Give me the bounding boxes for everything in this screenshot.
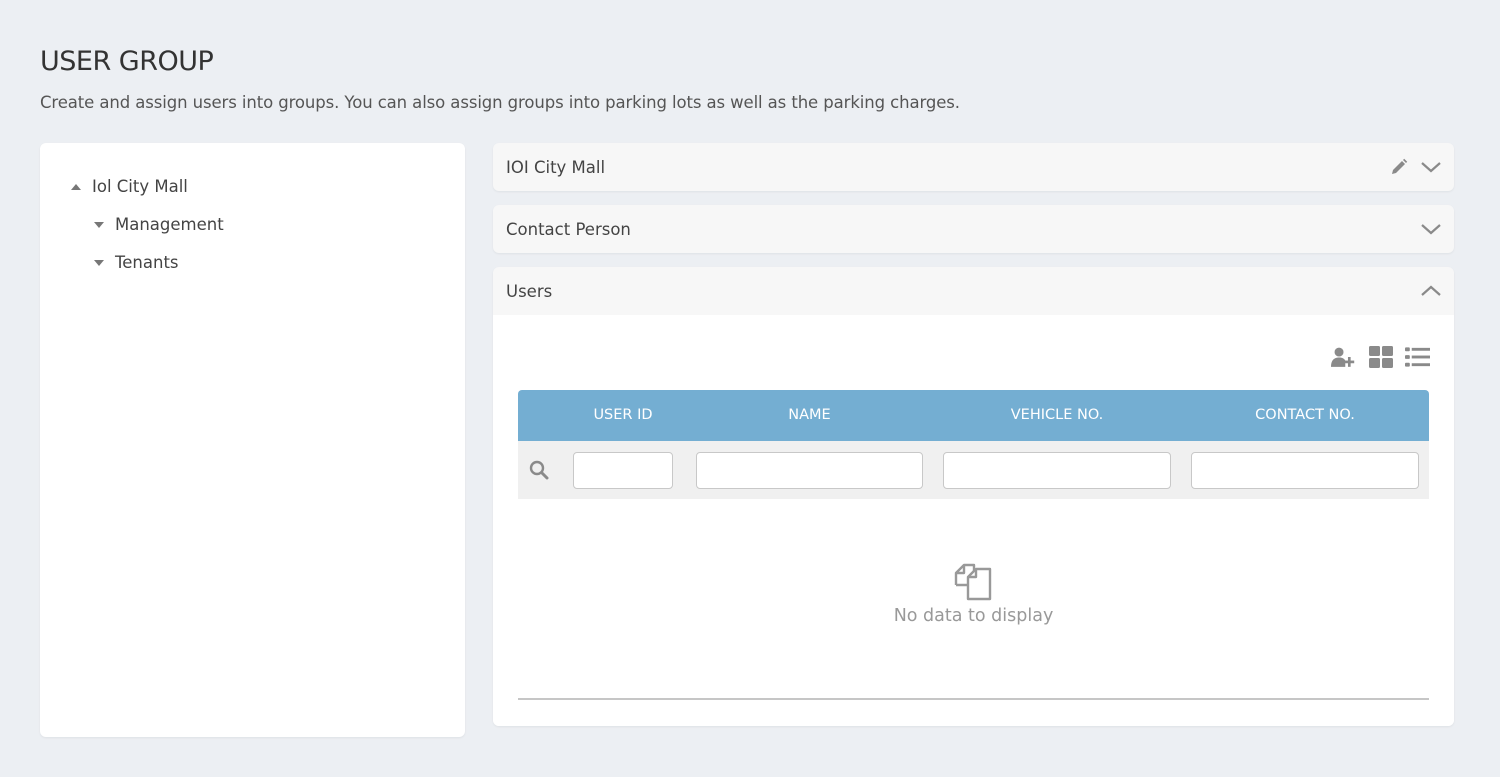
list-view-icon[interactable] <box>1405 345 1430 369</box>
filter-row <box>518 441 1429 499</box>
contact-panel: Contact Person <box>493 205 1454 253</box>
tree-node-label: Management <box>115 215 224 234</box>
group-panel-title: IOI City Mall <box>506 157 606 177</box>
chevron-down-icon[interactable] <box>1420 222 1442 236</box>
column-header-user-id[interactable]: USER ID <box>573 390 673 441</box>
page-subtitle: Create and assign users into groups. You… <box>40 93 960 112</box>
tree-node-label: Tenants <box>115 253 179 272</box>
grid-view-icon[interactable] <box>1368 345 1393 369</box>
column-header-contact-no[interactable]: CONTACT NO. <box>1191 390 1419 441</box>
users-panel: Users USER ID NAME VEHICLE NO. CONTACT N… <box>493 267 1454 726</box>
caret-down-icon[interactable] <box>94 221 104 228</box>
users-toolbar <box>1331 345 1430 369</box>
contact-no-filter-input[interactable] <box>1191 452 1419 489</box>
tree-node-label: Iol City Mall <box>92 177 188 196</box>
grid-header: USER ID NAME VEHICLE NO. CONTACT NO. <box>518 390 1429 441</box>
users-panel-header[interactable]: Users <box>493 267 1454 315</box>
column-header-vehicle-no[interactable]: VEHICLE NO. <box>943 390 1171 441</box>
contact-panel-title: Contact Person <box>506 219 631 239</box>
users-panel-title: Users <box>506 281 553 301</box>
chevron-up-icon[interactable] <box>1420 284 1442 298</box>
chevron-down-icon[interactable] <box>1420 160 1442 174</box>
user-id-filter-input[interactable] <box>573 452 673 489</box>
name-filter-input[interactable] <box>696 452 923 489</box>
documents-icon <box>954 563 994 605</box>
pencil-icon[interactable] <box>1390 158 1408 176</box>
group-panel: IOI City Mall <box>493 143 1454 191</box>
group-panel-header[interactable]: IOI City Mall <box>493 143 1454 191</box>
contact-panel-header[interactable]: Contact Person <box>493 205 1454 253</box>
tree-node-root[interactable]: Iol City Mall <box>71 177 188 196</box>
empty-state-text: No data to display <box>893 606 1054 626</box>
users-grid: USER ID NAME VEHICLE NO. CONTACT NO. No … <box>518 390 1429 700</box>
caret-down-icon[interactable] <box>94 259 104 266</box>
tree-node-tenants[interactable]: Tenants <box>94 253 179 272</box>
empty-state: No data to display <box>518 499 1429 700</box>
group-tree-panel: Iol City Mall Management Tenants <box>40 143 465 737</box>
search-icon[interactable] <box>529 460 549 484</box>
vehicle-no-filter-input[interactable] <box>943 452 1171 489</box>
column-header-name[interactable]: NAME <box>696 390 923 441</box>
users-panel-body: USER ID NAME VEHICLE NO. CONTACT NO. No … <box>493 315 1454 726</box>
tree-node-management[interactable]: Management <box>94 215 224 234</box>
page-title: USER GROUP <box>40 46 214 77</box>
caret-up-icon[interactable] <box>71 183 81 190</box>
add-user-icon[interactable] <box>1331 345 1356 369</box>
